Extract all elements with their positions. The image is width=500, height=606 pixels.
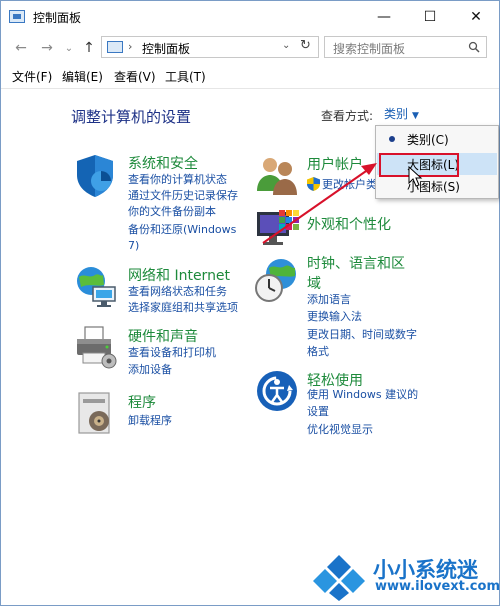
control-panel-icon xyxy=(107,41,123,53)
search-placeholder: 搜索控制面板 xyxy=(333,42,406,56)
control-panel-window: 控制面板 — ☐ ✕ ← → ⌄ ↑ › 控制面板 ⌄ ↻ 搜索控制面板 文件(… xyxy=(0,0,500,606)
view-by-value: 类别 xyxy=(384,107,409,121)
navigation-bar: ← → ⌄ ↑ › 控制面板 ⌄ ↻ 搜索控制面板 xyxy=(1,34,499,62)
printer-icon[interactable] xyxy=(71,323,119,371)
menu-item-category[interactable]: 类别(C) xyxy=(377,128,497,150)
chevron-down-icon: ▼ xyxy=(412,111,419,121)
link-uninstall-program[interactable]: 卸载程序 xyxy=(128,413,172,429)
search-input[interactable]: 搜索控制面板 xyxy=(324,36,487,58)
category-user-accounts[interactable]: 用户帐户 xyxy=(307,154,363,174)
selected-bullet-icon xyxy=(389,136,395,142)
shield-icon[interactable] xyxy=(71,151,119,199)
category-programs[interactable]: 程序 xyxy=(128,392,156,412)
up-button[interactable]: ↑ xyxy=(79,38,99,58)
breadcrumb-control-panel[interactable]: 控制面板 xyxy=(142,40,190,57)
menu-edit[interactable]: 编辑(E) xyxy=(62,68,103,85)
link-backup-restore-cont[interactable]: 7) xyxy=(128,238,139,254)
forward-button[interactable]: → xyxy=(37,38,57,58)
window-title: 控制面板 xyxy=(33,11,82,25)
link-file-history[interactable]: 通过文件历史记录保存 xyxy=(128,188,238,204)
minimize-button[interactable]: — xyxy=(361,1,407,33)
ease-of-access-icon[interactable] xyxy=(253,367,301,415)
link-change-account-type[interactable]: 更改帐户类 xyxy=(322,177,377,193)
link-network-status[interactable]: 查看网络状态和任务 xyxy=(128,284,227,300)
menu-item-label: 小图标(S) xyxy=(407,180,460,194)
category-hardware-sound[interactable]: 硬件和声音 xyxy=(128,326,198,346)
link-view-computer-status[interactable]: 查看你的计算机状态 xyxy=(128,172,227,188)
menu-item-label: 类别(C) xyxy=(407,133,449,147)
menu-tools[interactable]: 工具(T) xyxy=(165,68,206,85)
programs-icon[interactable] xyxy=(71,389,119,437)
network-globe-icon[interactable] xyxy=(71,263,119,311)
divider xyxy=(1,88,499,89)
search-icon[interactable] xyxy=(468,41,480,53)
monitor-palette-icon[interactable] xyxy=(253,206,301,254)
page-title: 调整计算机的设置 xyxy=(71,108,192,126)
category-clock-language-region-cont[interactable]: 域 xyxy=(307,273,321,293)
watermark-logo-icon xyxy=(313,555,365,601)
menu-file[interactable]: 文件(F) xyxy=(12,68,52,85)
link-change-date-time-cont[interactable]: 格式 xyxy=(307,344,329,360)
title-bar: 控制面板 — ☐ ✕ xyxy=(1,1,499,33)
address-dropdown-icon[interactable]: ⌄ xyxy=(282,40,290,51)
category-network-internet[interactable]: 网络和 Internet xyxy=(128,265,230,285)
menu-view[interactable]: 查看(V) xyxy=(114,68,156,85)
link-optimize-visual-display[interactable]: 优化视觉显示 xyxy=(307,422,373,438)
link-backup-restore[interactable]: 备份和还原(Windows xyxy=(128,222,236,238)
annotation-highlight-box xyxy=(379,153,459,177)
clock-globe-icon[interactable] xyxy=(253,256,301,304)
view-by-label: 查看方式: xyxy=(321,109,374,123)
category-system-security[interactable]: 系统和安全 xyxy=(128,153,198,173)
category-clock-language-region[interactable]: 时钟、语言和区 xyxy=(307,253,405,273)
control-panel-icon xyxy=(9,10,25,23)
menu-bar: 文件(F) 编辑(E) 查看(V) 工具(T) xyxy=(1,64,499,86)
menu-item-small-icons[interactable]: 小图标(S) xyxy=(377,175,497,197)
link-add-language[interactable]: 添加语言 xyxy=(307,292,351,308)
link-windows-recommended-cont[interactable]: 设置 xyxy=(307,404,329,420)
maximize-button[interactable]: ☐ xyxy=(407,1,453,33)
breadcrumb-separator: › xyxy=(128,40,133,53)
link-devices-printers[interactable]: 查看设备和打印机 xyxy=(128,345,216,361)
link-change-date-time[interactable]: 更改日期、时间或数字 xyxy=(307,327,417,343)
close-button[interactable]: ✕ xyxy=(453,1,499,33)
watermark-url: www.ilovext.com xyxy=(375,579,500,594)
address-bar[interactable]: › 控制面板 ⌄ ↻ xyxy=(101,36,319,58)
category-appearance-personalization[interactable]: 外观和个性化 xyxy=(307,214,391,234)
uac-shield-icon xyxy=(307,177,320,191)
link-change-input[interactable]: 更换输入法 xyxy=(307,309,362,325)
back-button[interactable]: ← xyxy=(11,38,31,58)
view-by-dropdown[interactable]: 类别 ▼ xyxy=(379,102,435,124)
refresh-button[interactable]: ↻ xyxy=(300,38,311,53)
link-windows-recommended[interactable]: 使用 Windows 建议的 xyxy=(307,387,418,403)
link-file-history-cont[interactable]: 你的文件备份副本 xyxy=(128,204,216,220)
link-homegroup[interactable]: 选择家庭组和共享选项 xyxy=(128,300,238,316)
users-icon[interactable] xyxy=(253,151,301,199)
recent-locations-button[interactable]: ⌄ xyxy=(59,38,79,58)
link-add-device[interactable]: 添加设备 xyxy=(128,362,172,378)
